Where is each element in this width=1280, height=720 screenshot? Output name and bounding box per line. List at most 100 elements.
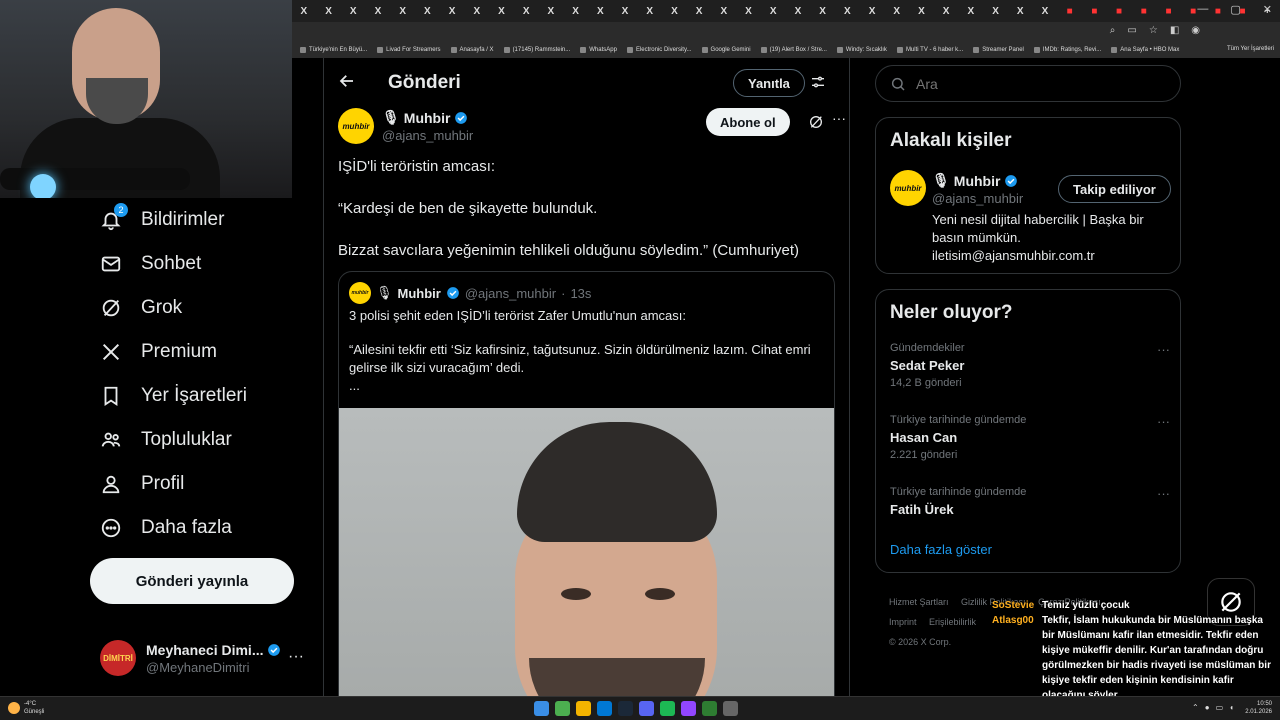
clock[interactable]: 10:50 2.01.2026 <box>1245 700 1272 716</box>
maximize-button[interactable]: ▢ <box>1230 3 1240 16</box>
browser-tab[interactable]: X <box>539 2 563 20</box>
network-icon[interactable]: ▭ <box>1216 703 1224 712</box>
chevron-up-icon[interactable]: ⌃ <box>1192 703 1199 712</box>
nav-item-premium[interactable]: Premium <box>90 330 320 374</box>
reply-button[interactable]: Yanıtla <box>733 69 805 97</box>
browser-tab[interactable]: X <box>317 2 341 20</box>
browser-tab[interactable]: X <box>341 2 365 20</box>
browser-tab[interactable]: X <box>292 2 316 20</box>
nav-item-bookmarks[interactable]: Yer İşaretleri <box>90 374 320 418</box>
more-options-icon[interactable]: ··· <box>1157 414 1170 429</box>
bookmark-item[interactable]: Electronic Diversity... <box>626 47 692 53</box>
browser-tab[interactable]: X <box>910 2 934 20</box>
browser-tab[interactable]: X <box>712 2 736 20</box>
nav-item-messages[interactable]: Sohbet <box>90 242 320 286</box>
browser-tab[interactable]: X <box>786 2 810 20</box>
mic-icon[interactable]: ● <box>1205 703 1210 712</box>
footer-link[interactable]: Erişilebilirlik <box>929 617 976 627</box>
bookmark-item[interactable]: (17145) Rammstein... <box>503 47 570 53</box>
grok-icon[interactable] <box>808 114 824 130</box>
browser-tab[interactable]: X <box>885 2 909 20</box>
trend-item[interactable]: Gündemdekiler Sedat Peker 14,2 B gönderi… <box>890 342 1170 389</box>
browser-tab[interactable]: X <box>564 2 588 20</box>
bookmark-item[interactable]: Türkiye'nin En Büyü... <box>300 47 367 53</box>
bookmark-item[interactable]: WhatsApp <box>580 47 617 53</box>
star-icon[interactable]: ☆ <box>1149 25 1158 36</box>
browser-tab[interactable]: ■ <box>1132 2 1156 20</box>
post-button[interactable]: Gönderi yayınla <box>90 558 294 604</box>
related-handle[interactable]: @ajans_muhbir <box>932 191 1023 206</box>
browser-tab[interactable]: X <box>860 2 884 20</box>
browser-tab[interactable]: X <box>687 2 711 20</box>
obs-icon[interactable] <box>723 701 738 716</box>
extensions-icon[interactable]: ◧ <box>1170 25 1179 36</box>
browser-tab[interactable]: X <box>588 2 612 20</box>
all-bookmarks[interactable]: Tüm Yer İşaretleri <box>1227 46 1274 52</box>
browser-tab[interactable]: X <box>984 2 1008 20</box>
footer-link[interactable]: Hizmet Şartları <box>889 597 949 607</box>
zoom-icon[interactable]: ⌕ <box>1110 25 1116 36</box>
bookmark-item[interactable]: Windy: Sıcaklık <box>836 47 887 53</box>
browser-tab[interactable]: X <box>638 2 662 20</box>
file-explorer-icon[interactable] <box>576 701 591 716</box>
close-window-button[interactable]: ✕ <box>1263 3 1272 16</box>
search-input[interactable] <box>916 75 1156 92</box>
avatar[interactable]: muhbir <box>890 170 926 206</box>
bookmark-item[interactable]: IMDb: Ratings, Revi... <box>1033 47 1101 53</box>
footer-link[interactable]: Imprint <box>889 617 917 627</box>
bookmark-item[interactable]: Ana Sayfa • HBO Max <box>1111 47 1179 53</box>
author-name-row[interactable]: 🎙 Muhbir <box>382 109 468 126</box>
bookmark-item[interactable]: Livad For Streamers <box>377 47 441 53</box>
profile-icon[interactable]: ◉ <box>1191 25 1200 36</box>
browser-tab[interactable]: X <box>737 2 761 20</box>
account-switcher[interactable]: DİMİTRİ Meyhaneci Dimi... @MeyhaneDimitr… <box>100 636 310 680</box>
browser-tab[interactable]: X <box>440 2 464 20</box>
browser-tab[interactable]: ■ <box>1157 2 1181 20</box>
back-arrow-icon[interactable] <box>338 72 360 95</box>
author-handle[interactable]: @ajans_muhbir <box>382 128 473 143</box>
minimize-button[interactable]: — <box>1197 3 1208 16</box>
tune-settings-icon[interactable] <box>810 74 826 90</box>
browser-tab[interactable]: X <box>835 2 859 20</box>
twitch-icon[interactable] <box>681 701 696 716</box>
quote-image[interactable] <box>339 408 834 696</box>
browser-tab[interactable]: X <box>391 2 415 20</box>
browser-tab[interactable]: X <box>514 2 538 20</box>
browser-tab[interactable]: X <box>613 2 637 20</box>
bookmark-item[interactable]: Multi TV - 6 haber k... <box>896 47 963 53</box>
quoted-tweet[interactable]: muhbir 🎙 Muhbir @ajans_muhbir · 13s 3 po… <box>338 271 835 696</box>
show-more-link[interactable]: Daha fazla göster <box>890 542 992 557</box>
spotify-icon[interactable] <box>660 701 675 716</box>
nav-item-communities[interactable]: Topluluklar <box>90 418 320 462</box>
browser-tab[interactable]: X <box>416 2 440 20</box>
bookmark-item[interactable]: (19) Alert Box / Stre... <box>760 47 827 53</box>
browser-tab[interactable]: X <box>1033 2 1057 20</box>
browser-tab[interactable]: X <box>663 2 687 20</box>
subscribe-button[interactable]: Abone ol <box>706 108 790 136</box>
steam-icon[interactable] <box>618 701 633 716</box>
nav-item-profile[interactable]: Profil <box>90 462 320 506</box>
weather-widget[interactable]: -4°C Güneşli <box>8 700 44 716</box>
volume-icon[interactable]: ◖ <box>1229 703 1234 712</box>
nav-item-notifications[interactable]: 2 Bildirimler <box>90 198 320 242</box>
browser-tab[interactable]: X <box>959 2 983 20</box>
browser-tab[interactable]: X <box>366 2 390 20</box>
chrome-icon[interactable] <box>555 701 570 716</box>
nav-item-more[interactable]: Daha fazla <box>90 506 320 550</box>
bookmark-item[interactable]: Google Gemini <box>701 47 751 53</box>
avatar[interactable]: muhbir <box>338 108 374 144</box>
browser-tab[interactable]: ■ <box>1058 2 1082 20</box>
cast-icon[interactable]: ▭ <box>1127 25 1136 36</box>
more-options-icon[interactable]: ··· <box>1157 486 1170 501</box>
browser-tab[interactable]: X <box>761 2 785 20</box>
following-button[interactable]: Takip ediliyor <box>1058 175 1171 203</box>
search-box[interactable] <box>875 65 1181 102</box>
discord-icon[interactable] <box>639 701 654 716</box>
browser-tab[interactable]: X <box>934 2 958 20</box>
start-icon[interactable] <box>534 701 549 716</box>
edge-icon[interactable] <box>597 701 612 716</box>
related-name-row[interactable]: 🎙 Muhbir <box>932 172 1018 189</box>
trend-item[interactable]: Türkiye tarihinde gündemde Hasan Can 2.2… <box>890 414 1170 461</box>
account-more-icon[interactable]: ··· <box>288 648 304 666</box>
more-options-icon[interactable]: ··· <box>832 110 846 126</box>
